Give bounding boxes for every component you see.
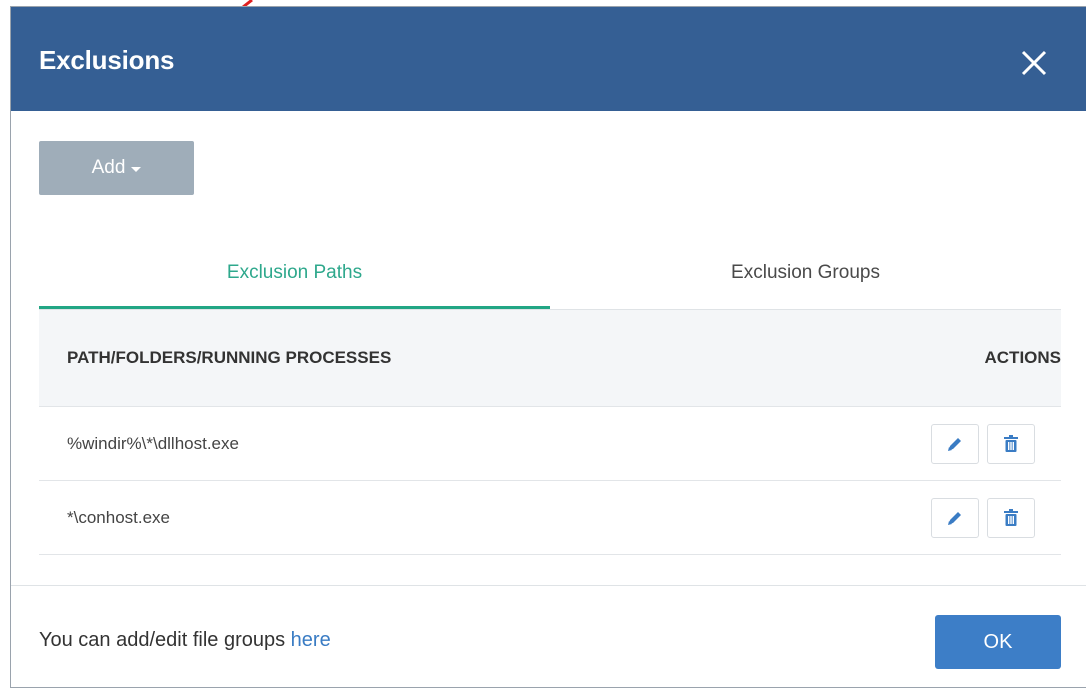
delete-button[interactable] [987,424,1035,464]
footer-message: You can add/edit file groups [39,629,291,651]
screenshot-stage: Exclusions Add Exclusion Paths Exclusion… [0,0,1086,694]
table-header: PATH/FOLDERS/RUNNING PROCESSES ACTIONS [39,310,1061,407]
trash-icon [1004,435,1018,452]
ok-button[interactable]: OK [935,615,1061,669]
tab-exclusion-groups[interactable]: Exclusion Groups [550,235,1061,310]
tab-exclusion-paths[interactable]: Exclusion Paths [39,235,550,310]
edit-button[interactable] [931,424,979,464]
delete-button[interactable] [987,498,1035,538]
column-header-actions: ACTIONS [984,348,1062,367]
exclusions-table: PATH/FOLDERS/RUNNING PROCESSES ACTIONS %… [39,310,1061,555]
pencil-icon [948,512,961,525]
tab-bar: Exclusion Paths Exclusion Groups [39,235,1061,310]
column-header-path: PATH/FOLDERS/RUNNING PROCESSES [67,348,392,367]
add-dropdown-button[interactable]: Add [39,141,194,195]
dialog-title: Exclusions [39,45,175,75]
table-row: %windir%\*\dllhost.exe [39,407,1061,481]
file-groups-link[interactable]: here [291,629,331,651]
add-button-label: Add [91,157,126,178]
footer-text: You can add/edit file groups here [39,629,331,652]
exclusions-dialog: Exclusions Add Exclusion Paths Exclusion… [10,6,1086,688]
pencil-icon [948,438,961,451]
edit-button[interactable] [931,498,979,538]
caret-down-icon [131,167,142,172]
trash-icon [1004,509,1018,526]
close-icon[interactable] [1018,47,1050,79]
row-path: %windir%\*\dllhost.exe [67,434,239,453]
table-row: *\conhost.exe [39,481,1061,555]
dialog-header: Exclusions [11,7,1086,111]
row-path: *\conhost.exe [67,508,171,527]
footer-divider [11,585,1086,586]
